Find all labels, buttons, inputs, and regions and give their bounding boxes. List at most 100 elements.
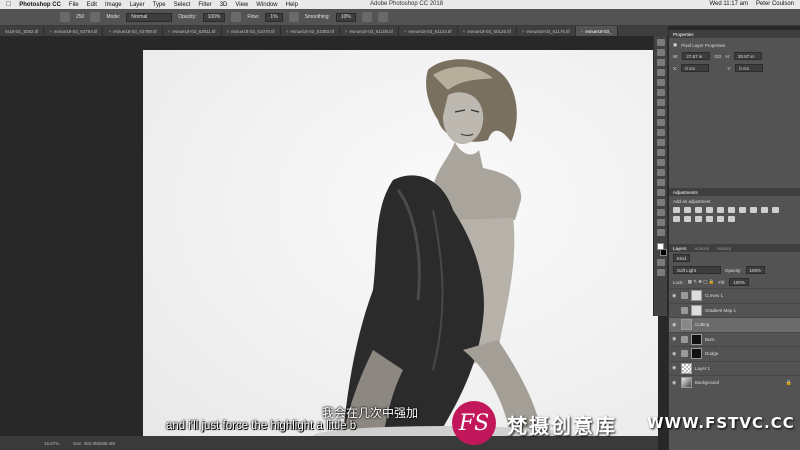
doc-tab[interactable]: × esnue18-03_61144.tif xyxy=(399,26,458,36)
menu-edit[interactable]: Edit xyxy=(87,2,97,8)
brush-panel-icon[interactable] xyxy=(90,12,101,22)
move-tool-icon[interactable] xyxy=(656,39,665,46)
layer-mask-thumb[interactable] xyxy=(691,348,702,360)
type-tool-icon[interactable] xyxy=(656,189,665,196)
fill-field[interactable]: 100% xyxy=(729,278,749,286)
eye-icon[interactable]: ◉ xyxy=(672,293,678,299)
layer-mask-thumb[interactable] xyxy=(691,333,702,345)
brush-tool-icon[interactable] xyxy=(656,109,665,116)
pen-tool-icon[interactable] xyxy=(656,179,665,186)
doc-size[interactable]: Doc: 282.0M/288.4M xyxy=(73,441,115,446)
gradient-tool-icon[interactable] xyxy=(656,149,665,156)
menu-filter[interactable]: Filter xyxy=(198,2,211,8)
marquee-tool-icon[interactable] xyxy=(656,49,665,56)
brush-preset-icon[interactable] xyxy=(60,12,70,22)
close-icon[interactable]: × xyxy=(581,29,584,34)
tab-layers[interactable]: Layers xyxy=(673,246,687,251)
menu-layer[interactable]: Layer xyxy=(130,2,145,8)
menu-view[interactable]: View xyxy=(235,2,248,8)
channel-mixer-icon[interactable] xyxy=(772,207,779,213)
quick-select-tool-icon[interactable] xyxy=(656,69,665,76)
layer-row-gradient-map[interactable]: Gradient Map 1 xyxy=(669,302,800,318)
layer-thumb[interactable] xyxy=(681,377,692,389)
layer-row-background[interactable]: ◉ Background 🔒 xyxy=(669,375,800,390)
lasso-tool-icon[interactable] xyxy=(656,59,665,66)
layer-row-burn[interactable]: ◉ Burn xyxy=(669,331,800,347)
layer-row-cutting[interactable]: ◉ Cutting xyxy=(669,317,800,332)
doc-tab[interactable]: × esnue18-03_61078.tif xyxy=(222,26,281,36)
eye-icon[interactable]: ◉ xyxy=(672,351,678,357)
curves-icon[interactable] xyxy=(695,207,702,213)
adjustments-header[interactable]: Adjustments xyxy=(669,188,800,196)
menu-3d[interactable]: 3D xyxy=(220,2,228,8)
zoom-tool-icon[interactable] xyxy=(656,229,665,236)
clock[interactable]: Wed 11:17 am xyxy=(710,1,748,7)
menu-app[interactable]: Photoshop CC xyxy=(19,2,61,8)
layer-opacity-field[interactable]: 100% xyxy=(745,266,766,274)
invert-icon[interactable] xyxy=(684,216,691,222)
layer-thumb[interactable] xyxy=(681,362,692,374)
document-canvas[interactable] xyxy=(143,50,658,436)
eye-icon[interactable]: ◉ xyxy=(672,336,678,342)
doc-tab[interactable]: × esnue18-03_63784.tif xyxy=(44,26,104,36)
mode-select[interactable]: Normal xyxy=(126,12,173,22)
close-icon[interactable]: × xyxy=(345,29,348,34)
history-brush-tool-icon[interactable] xyxy=(656,129,665,136)
doc-tab[interactable]: × esnue18-03_61108.tif xyxy=(340,26,399,36)
eraser-tool-icon[interactable] xyxy=(656,139,665,146)
pressure-size-icon[interactable] xyxy=(377,12,388,22)
gradient-map-icon[interactable] xyxy=(717,216,724,222)
doc-tab[interactable]: × esnue18-03_63788.tif xyxy=(103,26,163,36)
doc-tab[interactable]: × esnue18-03_62811.tif xyxy=(163,26,222,36)
doc-tab[interactable]: × esnue18-03_60126.tif xyxy=(458,26,517,36)
layer-thumb[interactable] xyxy=(681,319,692,331)
eye-icon[interactable]: ◉ xyxy=(672,322,678,328)
close-icon[interactable]: × xyxy=(49,29,52,34)
settings-gear-icon[interactable] xyxy=(361,12,372,22)
hand-tool-icon[interactable] xyxy=(656,219,665,226)
posterize-icon[interactable] xyxy=(695,216,702,222)
path-select-tool-icon[interactable] xyxy=(656,199,665,206)
close-icon[interactable]: × xyxy=(168,29,171,34)
screen-mode-icon[interactable] xyxy=(656,269,665,276)
menu-image[interactable]: Image xyxy=(105,2,122,8)
width-field[interactable]: 27.57 in xyxy=(682,52,711,60)
opacity-field[interactable]: 100% xyxy=(202,12,226,22)
color-lookup-icon[interactable] xyxy=(673,216,680,222)
height-field[interactable]: 20.87 in xyxy=(733,52,762,60)
properties-title[interactable]: Properties xyxy=(673,32,694,37)
close-icon[interactable]: × xyxy=(522,29,525,34)
lock-icons[interactable]: ▦ ✎ ✥ ▢ 🔒 xyxy=(688,279,715,285)
close-icon[interactable]: × xyxy=(463,29,466,34)
doc-tab[interactable]: × esnue18-03_61083.tif xyxy=(281,26,340,36)
crop-tool-icon[interactable] xyxy=(656,79,665,86)
apple-icon[interactable]:  xyxy=(6,1,11,8)
close-icon[interactable]: × xyxy=(286,29,289,34)
doc-tab[interactable]: × esnue18-03_61176.tif xyxy=(517,26,576,36)
doc-tab-active[interactable]: × esnue18-03_ xyxy=(575,26,618,36)
x-field[interactable]: 0 cm xyxy=(681,64,710,72)
stamp-tool-icon[interactable] xyxy=(656,119,665,126)
exposure-icon[interactable] xyxy=(706,207,713,213)
layer-mask-thumb[interactable] xyxy=(691,304,702,316)
healing-tool-icon[interactable] xyxy=(656,99,665,106)
tab-actions[interactable]: Actions xyxy=(695,246,710,251)
blur-tool-icon[interactable] xyxy=(656,159,665,166)
layer-row-dodge[interactable]: ◉ Dodge xyxy=(669,346,800,361)
eyedropper-tool-icon[interactable] xyxy=(656,89,665,96)
eye-icon[interactable]: ◉ xyxy=(672,380,678,386)
smoothing-field[interactable]: 10% xyxy=(335,12,356,22)
close-icon[interactable]: × xyxy=(404,29,407,34)
tab-history[interactable]: History xyxy=(717,246,731,251)
doc-tab[interactable]: ss18-01_5082.tif xyxy=(0,26,45,36)
close-icon[interactable]: × xyxy=(108,29,111,34)
properties-header[interactable]: Properties xyxy=(669,30,800,38)
y-field[interactable]: 0 cm xyxy=(735,64,764,72)
user-name[interactable]: Peter Coulson xyxy=(756,1,794,7)
black-white-icon[interactable] xyxy=(750,207,757,213)
layer-row-curves[interactable]: ◉ Curves 1 xyxy=(669,288,800,303)
blend-mode-select[interactable]: Soft Light xyxy=(673,266,721,274)
hue-saturation-icon[interactable] xyxy=(728,207,735,213)
quick-mask-icon[interactable] xyxy=(656,259,665,266)
layer-filter-kind[interactable]: Kind xyxy=(673,254,691,262)
